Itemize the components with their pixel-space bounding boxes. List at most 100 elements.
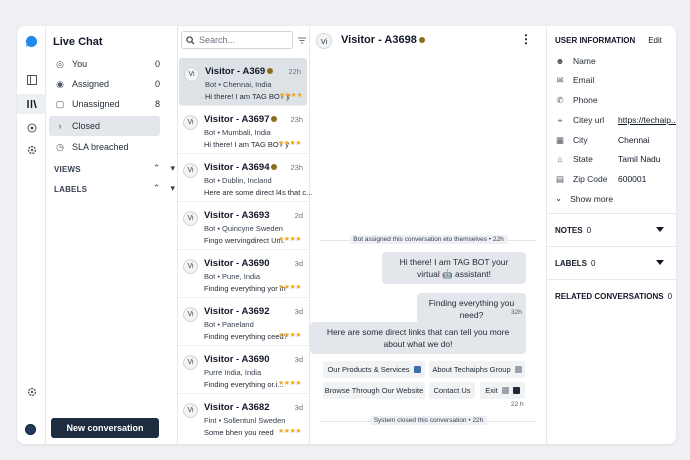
sidebar-item-closed[interactable]: › Closed xyxy=(49,116,160,136)
search-input[interactable] xyxy=(199,35,287,45)
terminal-icon xyxy=(512,387,520,394)
conversation-location: Fint • Sollentunl Sweden xyxy=(204,416,286,425)
new-conversation-button[interactable]: New conversation xyxy=(51,418,159,438)
chevron-right-icon: › xyxy=(58,121,62,131)
avatar: Vi xyxy=(184,67,199,82)
chat-logo-icon[interactable] xyxy=(25,35,38,48)
link-icon xyxy=(413,366,421,373)
message-time: 22 h xyxy=(511,401,524,408)
conversation-location: Purre India, India xyxy=(204,368,262,377)
rating-stars: ★★★★ xyxy=(278,236,302,243)
clock-icon: ◷ xyxy=(56,141,64,152)
avatar: Vi xyxy=(183,115,198,130)
conversation-item[interactable]: Vi Visitor - A3697 23h Bot • Mumbali, In… xyxy=(178,106,309,154)
conversation-item[interactable]: Vi Visitor - A3690 3d Bot • Pune, India … xyxy=(178,250,309,298)
rating-stars: ★★★★ xyxy=(279,92,303,99)
conversation-time: 3d xyxy=(294,307,303,316)
conversation-item[interactable]: Vi Visitor - A369 22h Bot • Chennai, Ind… xyxy=(179,58,307,106)
rating-stars: ★★★★ xyxy=(278,380,302,387)
conversation-time: 3d xyxy=(294,259,303,268)
caret-down-icon[interactable]: ▾ xyxy=(170,163,175,174)
count-badge: 0 xyxy=(154,79,160,89)
message-time: 32h xyxy=(511,309,522,316)
conversation-name: Visitor - A369 xyxy=(205,66,274,77)
phone-icon: ✆ xyxy=(556,94,564,105)
avatar: Vi xyxy=(183,403,198,418)
sidebar-item-unassigned[interactable]: ▢ Unassigned 8 xyxy=(49,94,160,114)
chat-title: Visitor - A3698 xyxy=(341,34,425,46)
caret-down-icon[interactable]: ▾ xyxy=(170,183,175,194)
user-icon: ☻ xyxy=(555,56,565,66)
info-row-phone: ✆ Phone xyxy=(556,94,598,106)
avatar: Vi xyxy=(183,211,198,226)
doc-icon: ▤ xyxy=(555,173,565,184)
conversation-location: Bot • Chennai, India xyxy=(205,80,272,89)
conversations-nav-icon[interactable] xyxy=(17,94,46,114)
bot-message: Here are some direct links that can tell… xyxy=(310,322,526,354)
chevron-up-icon[interactable]: ⌃ xyxy=(153,183,161,194)
filter-icon[interactable] xyxy=(298,36,306,46)
icon-rail xyxy=(17,26,46,444)
quick-reply-exit[interactable]: Exit xyxy=(480,382,525,399)
chat-header: Vi Visitor - A3698 ⋮ xyxy=(310,26,546,56)
inbox-icon: ▢ xyxy=(55,98,65,109)
bot-message: Hi there! I am TAG BOT your virtual 🤖 as… xyxy=(382,252,526,284)
user-icon: ◉ xyxy=(56,78,64,89)
sidebar-toggle-icon[interactable] xyxy=(17,70,46,90)
chevron-down-icon: ⌄ xyxy=(555,193,563,203)
bot-icon xyxy=(271,116,278,123)
conversation-item[interactable]: Vi Visitor - A3693 2d Bot • Quincyne Swe… xyxy=(178,202,309,250)
circle-icon: ◎ xyxy=(56,58,64,69)
avatar: Vi xyxy=(183,355,198,370)
quick-reply-contact[interactable]: Contact Us xyxy=(429,382,475,399)
user-avatar[interactable] xyxy=(25,424,36,435)
edit-button[interactable]: Edit xyxy=(648,36,662,45)
notes-section[interactable]: NOTES 0 xyxy=(547,213,676,247)
conversation-item[interactable]: Vi Visitor - A3690 3d Purre India, India… xyxy=(178,346,309,394)
conversation-time: 2d xyxy=(294,211,303,220)
conversation-time: 23h xyxy=(290,115,303,124)
count-badge: 0 xyxy=(154,59,160,69)
conversation-time: 3d xyxy=(294,355,303,364)
app-window: Live Chat ◎ You 0 ◉ Assigned 0 ▢ Unassig… xyxy=(17,26,676,444)
mail-icon: ✉ xyxy=(556,74,564,85)
avatar: Vi xyxy=(183,259,198,274)
chevron-up-icon[interactable]: ⌃ xyxy=(153,163,161,174)
related-conversations-section[interactable]: RELATED CONVERSATIONS 0 xyxy=(547,279,676,313)
conversation-item[interactable]: Vi Visitor - A3692 3d Bot • Paneland Fin… xyxy=(178,298,309,346)
views-section-label: VIEWS xyxy=(54,165,81,174)
sidebar-item-label: You xyxy=(72,59,88,69)
avatar: Vi xyxy=(183,163,198,178)
search-icon xyxy=(186,35,195,45)
info-row-email: ✉ Email xyxy=(556,74,595,86)
caret-down-icon[interactable] xyxy=(656,260,664,265)
conversation-item[interactable]: Vi Visitor - A3694 23h Bot • Dublin, Inc… xyxy=(178,154,312,202)
chat-panel: Vi Visitor - A3698 ⋮ Bot assigned this c… xyxy=(310,26,547,444)
sidebar-item-assigned[interactable]: ◉ Assigned 0 xyxy=(49,74,160,94)
conversation-time: 3d xyxy=(294,403,303,412)
labels-section[interactable]: LABELS 0 xyxy=(547,246,676,280)
sidebar-item-you[interactable]: ◎ You 0 xyxy=(49,54,160,74)
more-options-icon[interactable]: ⋮ xyxy=(520,32,532,46)
conversation-location: Bot • Quincyne Sweden xyxy=(204,224,283,233)
quick-reply-browse[interactable]: Browse Through Our Website xyxy=(323,382,425,399)
sidebar-item-label: Closed xyxy=(72,121,101,131)
settings-nav-icon[interactable] xyxy=(17,140,46,160)
side-nav: Live Chat ◎ You 0 ◉ Assigned 0 ▢ Unassig… xyxy=(46,26,178,444)
show-more-button[interactable]: ⌄ Show more xyxy=(555,193,613,204)
gear-icon[interactable] xyxy=(17,382,46,402)
sidebar-item-label: Unassigned xyxy=(72,99,120,109)
reports-icon[interactable] xyxy=(17,118,46,138)
conversation-name: Visitor - A3692 xyxy=(204,306,270,317)
info-row-city: ▦ City Chennai xyxy=(555,134,650,146)
pin-icon: ⌖ xyxy=(557,114,563,125)
sidebar-item-sla-breached[interactable]: ◷ SLA breached xyxy=(49,137,160,157)
quick-reply-products[interactable]: Our Products & Services xyxy=(323,361,425,378)
caret-down-icon[interactable] xyxy=(656,227,664,232)
conversation-item[interactable]: Vi Visitor - A3682 3d Fint • Sollentunl … xyxy=(178,394,309,442)
quick-reply-about[interactable]: About Techaiphs Group xyxy=(429,361,525,378)
info-row-url: ⌖ Citey url https://techaip... xyxy=(555,113,676,127)
labels-section-label: LABELS xyxy=(54,185,88,194)
avatar: Vi xyxy=(316,33,332,49)
conversation-name: Visitor - A3690 xyxy=(204,354,270,365)
